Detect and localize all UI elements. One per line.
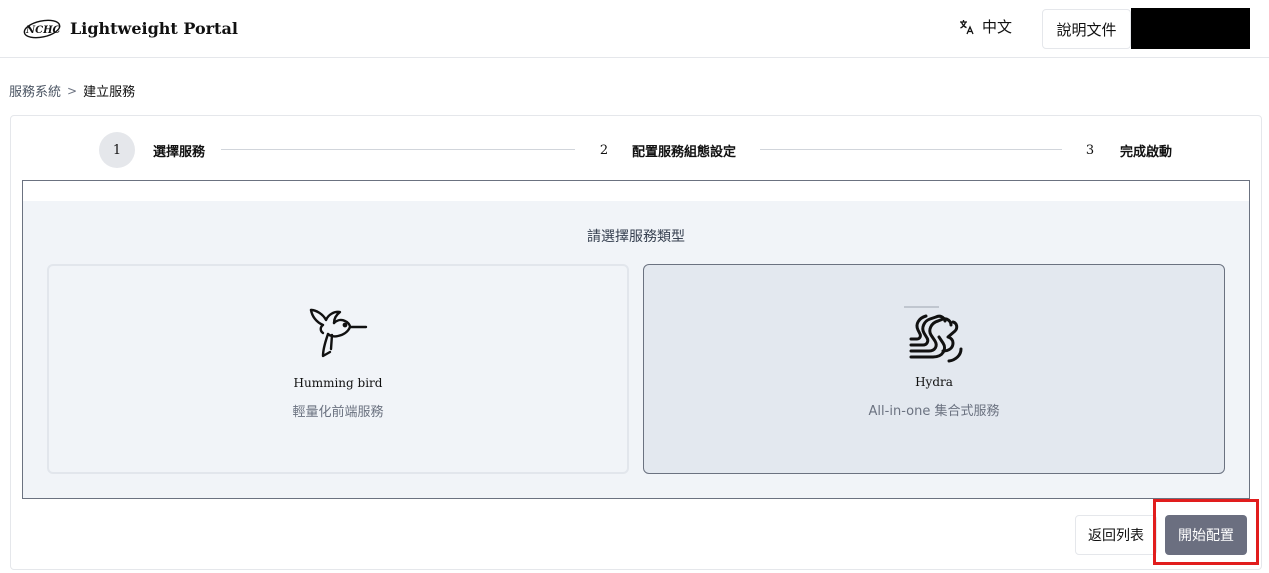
step-1: 1 選擇服務: [99, 132, 205, 168]
step-1-label: 選擇服務: [153, 144, 206, 160]
step-3-label: 完成啟動: [1120, 144, 1173, 160]
step-1-number: 1: [99, 132, 135, 168]
user-menu-redacted[interactable]: [1131, 8, 1250, 49]
app-title: Lightweight Portal: [70, 18, 238, 38]
language-switcher[interactable]: 中文: [958, 16, 1012, 37]
option-hummingbird-desc: 輕量化前端服務: [292, 405, 384, 420]
breadcrumb: 服務系統 > 建立服務: [9, 81, 136, 101]
nchc-logo-icon: NCHC: [23, 19, 61, 39]
step-3: 3 完成啟動: [1072, 132, 1172, 168]
step-2: 2 配置服務組態設定: [586, 132, 736, 168]
step-2-label: 配置服務組態設定: [632, 144, 737, 160]
service-type-title: 請選擇服務類型: [587, 229, 685, 245]
option-hummingbird[interactable]: Humming bird 輕量化前端服務: [47, 264, 629, 474]
step-connector-2: [760, 149, 1062, 150]
step-3-number: 3: [1085, 142, 1095, 158]
option-hydra-desc: All-in-one 集合式服務: [868, 404, 1000, 419]
translate-icon: [960, 19, 974, 34]
back-to-list-button[interactable]: 返回列表: [1075, 515, 1157, 555]
option-hummingbird-name: Humming bird: [293, 376, 383, 390]
docs-button[interactable]: 說明文件: [1042, 9, 1131, 49]
hummingbird-icon: [309, 308, 368, 358]
breadcrumb-services[interactable]: 服務系統: [9, 81, 61, 100]
option-hydra-name: Hydra: [915, 375, 953, 389]
breadcrumb-current: 建立服務: [83, 85, 136, 100]
svg-text:NCHC: NCHC: [25, 25, 61, 36]
breadcrumb-separator: >: [67, 83, 78, 98]
hydra-icon: [904, 306, 963, 363]
logo[interactable]: NCHC Lightweight Portal: [22, 16, 238, 40]
language-label: 中文: [982, 18, 1013, 36]
top-header: NCHC Lightweight Portal 中文 說明文件: [0, 0, 1269, 58]
step-connector-1: [221, 149, 575, 150]
option-hydra[interactable]: Hydra All-in-one 集合式服務: [643, 264, 1225, 474]
start-config-button[interactable]: 開始配置: [1165, 515, 1247, 555]
step-2-number: 2: [599, 142, 609, 158]
